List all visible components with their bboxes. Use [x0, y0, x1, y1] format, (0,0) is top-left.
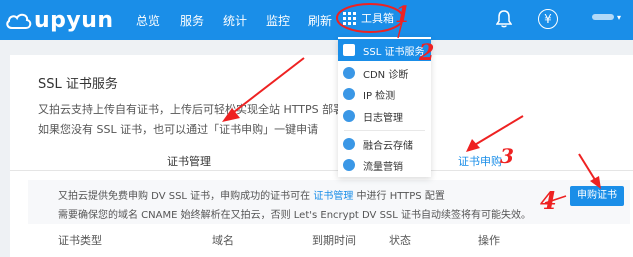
dropdown-item-label: CDN 诊断: [363, 69, 409, 81]
user-name-blurred[interactable]: [592, 14, 614, 20]
nav-overview[interactable]: 总览: [136, 12, 160, 29]
dropdown-item-ip[interactable]: IP 检测: [338, 83, 431, 105]
tabs-divider: [10, 170, 633, 171]
nav-services[interactable]: 服务: [180, 12, 204, 29]
log-icon: [343, 110, 355, 122]
dropdown-item-ssl[interactable]: SSL 证书服务: [338, 39, 431, 61]
yen-symbol: ¥: [544, 12, 552, 26]
page-description-line1: 又拍云支持上传自有证书，上传后可轻松实现全站 HTTPS 部署: [38, 103, 345, 116]
nav-statistics[interactable]: 统计: [223, 12, 247, 29]
pulse-icon: [343, 67, 355, 79]
info-line2: 需要确保您的域名 CNAME 始终解析在又拍云，否则 Let's Encrypt…: [58, 210, 532, 221]
toolbox-dropdown: SSL 证书服务 CDN 诊断 IP 检测 日志管理 融合云存储 流量营销: [338, 37, 431, 177]
table-header-status: 状态: [389, 234, 411, 247]
dropdown-item-label: 融合云存储: [363, 140, 413, 152]
tab-certificate-purchase[interactable]: 证书申购: [458, 153, 502, 169]
annotation-number-4: 4: [540, 186, 557, 215]
chevron-down-icon[interactable]: ▾: [617, 13, 621, 22]
billing-icon[interactable]: ¥: [538, 9, 558, 29]
info-line1-suffix: 中进行 HTTPS 配置: [353, 191, 445, 202]
toolbox-button[interactable]: 工具箱: [343, 10, 394, 26]
certificate-icon: [343, 44, 355, 56]
toolbox-label: 工具箱: [361, 12, 394, 25]
top-nav-bar: upyun 总览 服务 统计 监控 刷新 工具箱 ¥ ▾: [0, 0, 633, 40]
info-line1-text: 又拍云提供免费申购 DV SSL 证书，申购成功的证书可在: [58, 191, 314, 202]
dropdown-item-cdn[interactable]: CDN 诊断: [338, 62, 431, 84]
grid-icon: [343, 11, 356, 25]
logo-text: upyun: [34, 7, 114, 33]
cloud-storage-icon: [343, 138, 355, 150]
dropdown-item-marketing[interactable]: 流量营销: [338, 154, 431, 176]
dropdown-item-label: 流量营销: [363, 161, 403, 173]
location-icon: [343, 88, 355, 100]
annotation-number-1: 1: [395, 2, 411, 28]
cloud-logo-icon: [6, 13, 32, 29]
dropdown-item-label: 日志管理: [363, 112, 403, 124]
page-description-line2: 如果您没有 SSL 证书，也可以通过「证书申购」一键申请: [38, 123, 319, 136]
tab-certificate-manage[interactable]: 证书管理: [167, 153, 211, 169]
purchase-certificate-button[interactable]: 申购证书: [570, 186, 624, 206]
gift-icon: [343, 159, 355, 171]
table-header-domain: 域名: [212, 234, 234, 247]
nav-monitor[interactable]: 监控: [266, 12, 290, 29]
certificate-manage-link[interactable]: 证书管理: [313, 191, 353, 202]
dropdown-item-logs[interactable]: 日志管理: [338, 105, 431, 127]
info-line1: 又拍云提供免费申购 DV SSL 证书，申购成功的证书可在 证书管理 中进行 H…: [58, 187, 445, 202]
table-header-expiry: 到期时间: [312, 234, 356, 247]
annotation-number-2: 2: [419, 40, 435, 66]
upyun-logo[interactable]: upyun: [6, 7, 114, 33]
dropdown-item-label: SSL 证书服务: [363, 46, 425, 58]
table-header-type: 证书类型: [58, 234, 102, 247]
dropdown-divider: [344, 130, 425, 131]
dropdown-item-storage[interactable]: 融合云存储: [338, 133, 431, 155]
dropdown-item-label: IP 检测: [363, 90, 396, 102]
table-header-actions: 操作: [478, 234, 500, 247]
page-title: SSL 证书服务: [38, 77, 118, 92]
bell-icon[interactable]: [496, 10, 512, 28]
annotation-number-3: 3: [500, 144, 514, 168]
nav-refresh[interactable]: 刷新: [308, 12, 332, 29]
